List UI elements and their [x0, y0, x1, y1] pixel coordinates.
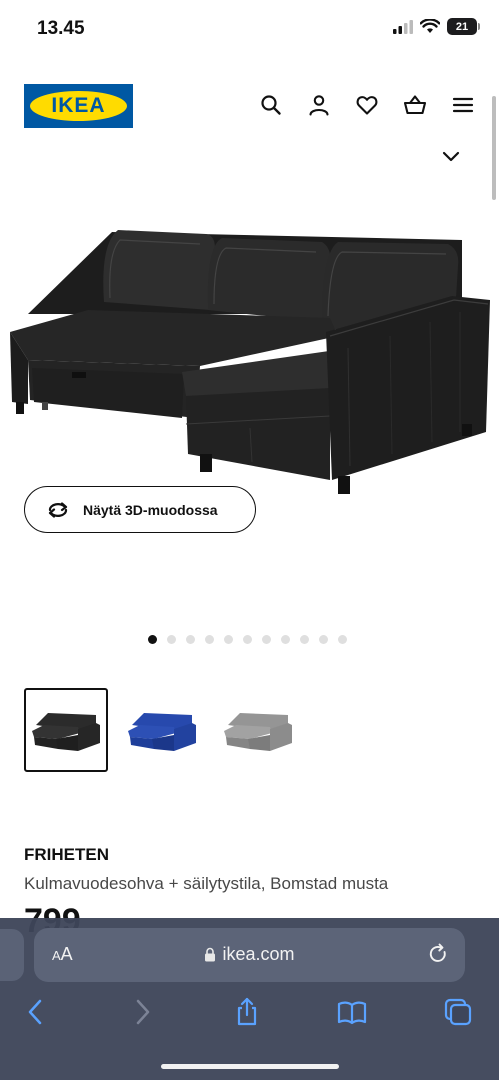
browser-bottom-bar: AA ikea.com [0, 918, 499, 1080]
carousel-dot[interactable] [319, 635, 328, 644]
color-variant-thumbnails [24, 688, 300, 772]
rotate-3d-icon [48, 501, 68, 518]
sofa-thumbnail-grey [224, 713, 292, 751]
address-bar[interactable]: AA ikea.com [34, 928, 465, 982]
status-bar: 13.45 21 [0, 0, 499, 60]
view-in-3d-label: Näytä 3D-muodossa [83, 501, 218, 518]
variant-thumbnail-black[interactable] [24, 688, 108, 772]
carousel-dot[interactable] [338, 635, 347, 644]
view-in-3d-button[interactable]: Näytä 3D-muodossa [24, 486, 256, 533]
battery-icon: 21 [447, 18, 480, 35]
home-indicator[interactable] [161, 1064, 339, 1069]
carousel-dot[interactable] [281, 635, 290, 644]
status-time: 13.45 [37, 18, 85, 39]
logo-text: IKEA [51, 94, 106, 117]
wifi-icon [420, 19, 440, 33]
carousel-dot[interactable] [186, 635, 195, 644]
previous-tab-peek[interactable] [0, 929, 24, 981]
carousel-dot[interactable] [167, 635, 176, 644]
page-scrollbar[interactable] [492, 96, 496, 200]
product-name: FRIHETEN [24, 845, 109, 864]
forward-icon[interactable] [126, 996, 158, 1028]
carousel-dot[interactable] [300, 635, 309, 644]
sofa-thumbnail-blue [128, 713, 196, 751]
header-actions [259, 93, 475, 117]
account-icon[interactable] [307, 93, 331, 117]
url-text: ikea.com [222, 944, 295, 964]
sofa-thumbnail-black [32, 713, 100, 751]
status-icons: 21 [393, 18, 480, 35]
browser-toolbar [0, 996, 499, 1036]
url-display[interactable]: ikea.com [34, 944, 465, 965]
battery-level: 21 [455, 20, 469, 33]
favorites-heart-icon[interactable] [355, 93, 379, 117]
lock-icon [205, 947, 216, 962]
share-icon[interactable] [231, 996, 263, 1028]
image-carousel-dots [148, 635, 347, 644]
product-description: Kulmavuodesohva + säilytystila, Bomstad … [24, 874, 389, 893]
carousel-dot[interactable] [262, 635, 271, 644]
ikea-logo[interactable]: IKEA [24, 84, 133, 128]
carousel-dot[interactable] [224, 635, 233, 644]
tabs-icon[interactable] [442, 996, 474, 1028]
variant-thumbnail-blue[interactable] [120, 688, 204, 772]
search-icon[interactable] [259, 93, 283, 117]
site-header: IKEA [0, 80, 499, 140]
logo-oval: IKEA [30, 91, 127, 121]
basket-icon[interactable] [403, 93, 427, 117]
carousel-dot[interactable] [148, 635, 157, 644]
cellular-signal-icon [393, 19, 413, 34]
back-icon[interactable] [20, 996, 52, 1028]
menu-icon[interactable] [451, 93, 475, 117]
carousel-dot[interactable] [205, 635, 214, 644]
reload-icon[interactable] [427, 943, 449, 965]
product-image-corner-sofa[interactable] [0, 218, 499, 500]
variant-thumbnail-grey[interactable] [216, 688, 300, 772]
chevron-down-icon[interactable] [440, 149, 462, 165]
carousel-dot[interactable] [243, 635, 252, 644]
bookmarks-icon[interactable] [336, 996, 368, 1028]
